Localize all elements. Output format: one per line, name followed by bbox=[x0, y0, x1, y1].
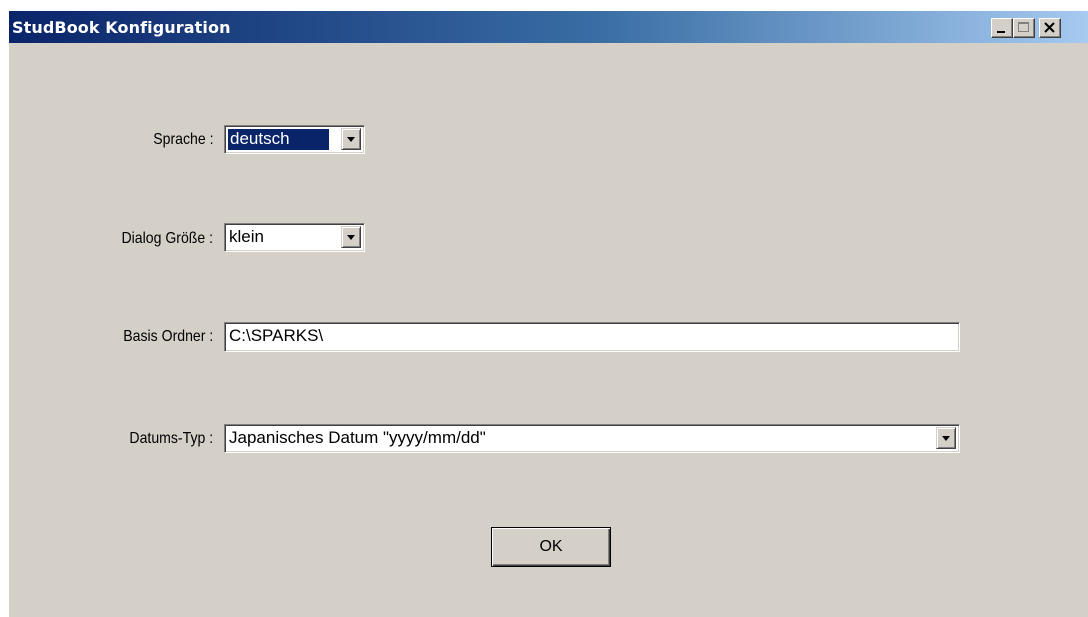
date-type-label: Datums-Typ : bbox=[129, 430, 213, 447]
date-type-dropdown-button[interactable] bbox=[936, 427, 956, 449]
maximize-icon bbox=[1018, 22, 1029, 32]
dialog-size-select[interactable]: klein bbox=[224, 223, 365, 252]
language-selected-value: deutsch bbox=[228, 129, 329, 150]
chevron-down-icon bbox=[347, 137, 355, 142]
language-select[interactable]: deutsch bbox=[224, 125, 365, 154]
config-dialog: StudBook Konfiguration Sprache : deutsch bbox=[8, 10, 1088, 617]
base-folder-value: C:\SPARKS\ bbox=[229, 326, 324, 345]
language-label: Sprache : bbox=[152, 131, 213, 148]
date-type-value: Japanisches Datum "yyyy/mm/dd" bbox=[229, 428, 486, 447]
title-bar[interactable]: StudBook Konfiguration bbox=[9, 11, 1088, 43]
ok-button[interactable]: OK bbox=[491, 527, 611, 567]
date-type-select[interactable]: Japanisches Datum "yyyy/mm/dd" bbox=[224, 424, 960, 453]
language-dropdown-button[interactable] bbox=[341, 128, 361, 150]
minimize-icon bbox=[997, 31, 1005, 33]
base-folder-label: Basis Ordner : bbox=[123, 328, 213, 345]
dialog-size-label: Dialog Größe : bbox=[121, 230, 213, 247]
close-icon bbox=[1044, 22, 1055, 33]
language-value: deutsch bbox=[230, 129, 290, 148]
chevron-down-icon bbox=[942, 436, 950, 441]
dialog-size-dropdown-button[interactable] bbox=[341, 226, 361, 248]
chevron-down-icon bbox=[347, 235, 355, 240]
close-button[interactable] bbox=[1039, 18, 1061, 38]
window-title: StudBook Konfiguration bbox=[12, 18, 231, 37]
minimize-button[interactable] bbox=[991, 18, 1013, 38]
maximize-button[interactable] bbox=[1013, 18, 1035, 38]
dialog-size-value: klein bbox=[229, 227, 264, 246]
base-folder-input[interactable]: C:\SPARKS\ bbox=[224, 322, 960, 352]
